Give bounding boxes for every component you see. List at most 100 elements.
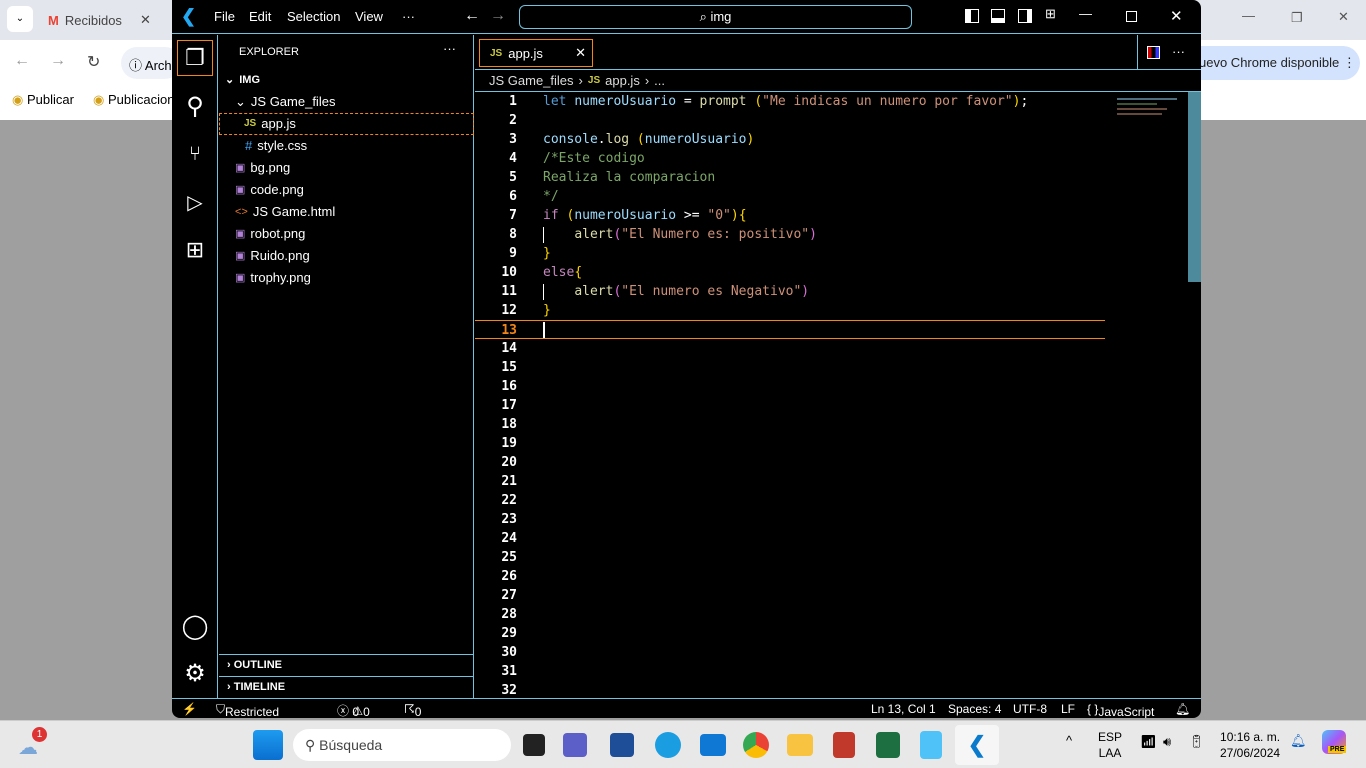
line-number: 30 bbox=[501, 645, 517, 660]
code-line: 30 bbox=[475, 643, 1105, 662]
remote-icon[interactable]: ⚡ bbox=[182, 702, 197, 716]
tree-folder-js-game-files[interactable]: ⌄ JS Game_files bbox=[235, 91, 335, 113]
restricted-mode[interactable]: ⛉ Restricted Mode bbox=[216, 702, 279, 718]
maximize-button[interactable] bbox=[1126, 11, 1137, 22]
store-icon[interactable] bbox=[610, 733, 634, 757]
chrome-icon[interactable] bbox=[743, 732, 769, 758]
menu-selection[interactable]: Selection bbox=[287, 9, 340, 24]
run-debug-icon[interactable]: ▷ bbox=[177, 184, 213, 220]
line-number: 3 bbox=[509, 132, 517, 147]
weather-icon[interactable]: ☁ 1 bbox=[18, 727, 47, 760]
line-number: 8 bbox=[509, 227, 517, 242]
edge-icon[interactable] bbox=[655, 732, 681, 758]
minimize-chrome-button[interactable]: — bbox=[1242, 8, 1255, 23]
close-tab-icon[interactable]: ✕ bbox=[575, 45, 586, 61]
show-hidden-icons[interactable]: ^ bbox=[1066, 733, 1072, 748]
copilot-icon[interactable]: PRE bbox=[1322, 730, 1347, 754]
indentation[interactable]: Spaces: 4 bbox=[948, 702, 1001, 716]
editor-more-icon[interactable]: ··· bbox=[1172, 44, 1185, 59]
battery-icon[interactable]: 🔋︎ bbox=[1188, 734, 1205, 750]
clock[interactable]: 10:16 a. m. 27/06/2024 bbox=[1220, 729, 1280, 761]
kebab-menu-icon[interactable]: ⋮ bbox=[1343, 55, 1356, 70]
timeline-section[interactable]: › TIMELINE bbox=[219, 676, 474, 698]
menu-edit[interactable]: Edit bbox=[249, 9, 271, 24]
source-control-icon[interactable]: ⑂ bbox=[177, 136, 213, 172]
excel-icon[interactable] bbox=[876, 732, 900, 758]
line-text: alert("El Numero es: positivo") bbox=[543, 225, 817, 244]
code-token: /*Este codigo bbox=[543, 151, 645, 166]
toggle-sidebar-icon[interactable] bbox=[965, 9, 979, 23]
tree-file-app-js[interactable]: JS app.js bbox=[219, 113, 474, 135]
toggle-secondary-sidebar-icon[interactable] bbox=[1018, 9, 1032, 23]
manage-gear-icon[interactable]: ⚙ bbox=[177, 655, 213, 691]
minimize-button[interactable]: — bbox=[1079, 6, 1092, 21]
outline-section[interactable]: › OUTLINE bbox=[219, 654, 474, 676]
accounts-icon[interactable]: ◯ bbox=[177, 608, 213, 644]
teams-icon[interactable] bbox=[563, 733, 587, 757]
encoding[interactable]: UTF-8 bbox=[1013, 702, 1047, 716]
breadcrumb-symbol[interactable]: ... bbox=[654, 73, 665, 88]
volume-icon[interactable]: 🔊︎ bbox=[1163, 734, 1171, 750]
tree-file[interactable]: <> JS Game.html bbox=[235, 201, 335, 223]
minimap[interactable] bbox=[1113, 92, 1188, 242]
tab-app-js[interactable]: JS app.js ✕ bbox=[479, 39, 593, 67]
explorer-icon[interactable]: ❐ bbox=[177, 40, 213, 76]
code-editor[interactable]: 1 let numeroUsuario = prompt ("Me indicas… bbox=[475, 92, 1105, 700]
tree-file[interactable]: ▣ Ruido.png bbox=[235, 245, 310, 267]
reload-icon[interactable]: ↻ bbox=[87, 52, 100, 72]
file-explorer-icon[interactable] bbox=[787, 734, 813, 756]
vscode-taskbar-icon[interactable]: ❮ bbox=[955, 725, 999, 765]
explorer-more-icon[interactable]: ··· bbox=[443, 41, 456, 56]
chevron-down-icon: ⌄ bbox=[235, 94, 246, 109]
notification-bell-icon[interactable]: 🔔︎ bbox=[1290, 733, 1307, 749]
bookmark-publicacion[interactable]: ◉ Publicacion bbox=[93, 92, 174, 108]
command-center-search[interactable]: ⌕ img bbox=[519, 5, 912, 29]
breadcrumb-folder[interactable]: JS Game_files bbox=[489, 73, 574, 88]
tree-root-img[interactable]: ⌄ IMG bbox=[225, 69, 260, 91]
menu-more[interactable]: ··· bbox=[402, 9, 415, 24]
tree-file-style-css[interactable]: # style.css bbox=[245, 135, 307, 157]
taskbar-search[interactable]: ⚲ Búsqueda bbox=[293, 729, 511, 761]
notepad-icon[interactable] bbox=[920, 731, 942, 759]
close-chrome-button[interactable]: ✕ bbox=[1338, 9, 1349, 25]
breadcrumb-file[interactable]: app.js bbox=[605, 73, 640, 88]
input-language[interactable]: ESP LAA bbox=[1098, 729, 1122, 761]
mail-icon[interactable] bbox=[700, 734, 726, 756]
chrome-tab-gmail[interactable]: M Recibidos ✕ bbox=[48, 6, 151, 34]
ports-indicator[interactable]: ☈ 0 bbox=[404, 702, 421, 718]
notifications-bell-icon[interactable]: 🔔︎ bbox=[1175, 702, 1190, 716]
tree-file[interactable]: ▣ code.png bbox=[235, 179, 304, 201]
update-chrome-banner[interactable]: uevo Chrome disponible ⋮ bbox=[1195, 46, 1360, 80]
language-mode[interactable]: { } JavaScript bbox=[1087, 702, 1154, 718]
split-editor-icon[interactable] bbox=[1147, 46, 1160, 59]
js-file-icon: JS bbox=[490, 47, 503, 59]
customize-layout-icon[interactable]: ⊞ bbox=[1045, 6, 1056, 22]
task-view-icon[interactable] bbox=[523, 734, 545, 756]
start-button[interactable] bbox=[253, 730, 283, 760]
pdf-app-icon[interactable] bbox=[833, 732, 855, 758]
nav-forward-icon[interactable]: → bbox=[490, 7, 506, 25]
tab-search-button[interactable]: ⌄ bbox=[7, 6, 33, 32]
tree-file[interactable]: ▣ bg.png bbox=[235, 157, 290, 179]
tree-file[interactable]: ▣ trophy.png bbox=[235, 267, 311, 289]
wifi-icon[interactable]: 📶︎ bbox=[1140, 734, 1157, 750]
close-window-button[interactable]: ✕ bbox=[1170, 7, 1183, 25]
restore-chrome-button[interactable]: ❐ bbox=[1291, 10, 1303, 26]
back-icon[interactable]: ← bbox=[14, 52, 30, 70]
scrollbar-thumb[interactable] bbox=[1188, 92, 1201, 282]
nav-back-icon[interactable]: ← bbox=[464, 7, 480, 25]
code-token: } bbox=[543, 246, 551, 261]
line-ending[interactable]: LF bbox=[1061, 702, 1075, 716]
menu-file[interactable]: File bbox=[214, 9, 235, 24]
extensions-icon[interactable]: ⊞ bbox=[177, 232, 213, 268]
bookmark-publicar[interactable]: ◉ Publicar bbox=[12, 92, 74, 108]
toggle-panel-icon[interactable] bbox=[991, 9, 1005, 23]
problems-indicator[interactable]: ⓧ 0 ⚠ 0 bbox=[337, 702, 370, 718]
search-icon[interactable]: ⚲ bbox=[177, 88, 213, 124]
menu-view[interactable]: View bbox=[355, 9, 383, 24]
close-tab-icon[interactable]: ✕ bbox=[140, 12, 151, 28]
forward-icon[interactable]: → bbox=[50, 52, 66, 70]
cursor-position[interactable]: Ln 13, Col 1 bbox=[871, 702, 936, 716]
tree-file[interactable]: ▣ robot.png bbox=[235, 223, 305, 245]
